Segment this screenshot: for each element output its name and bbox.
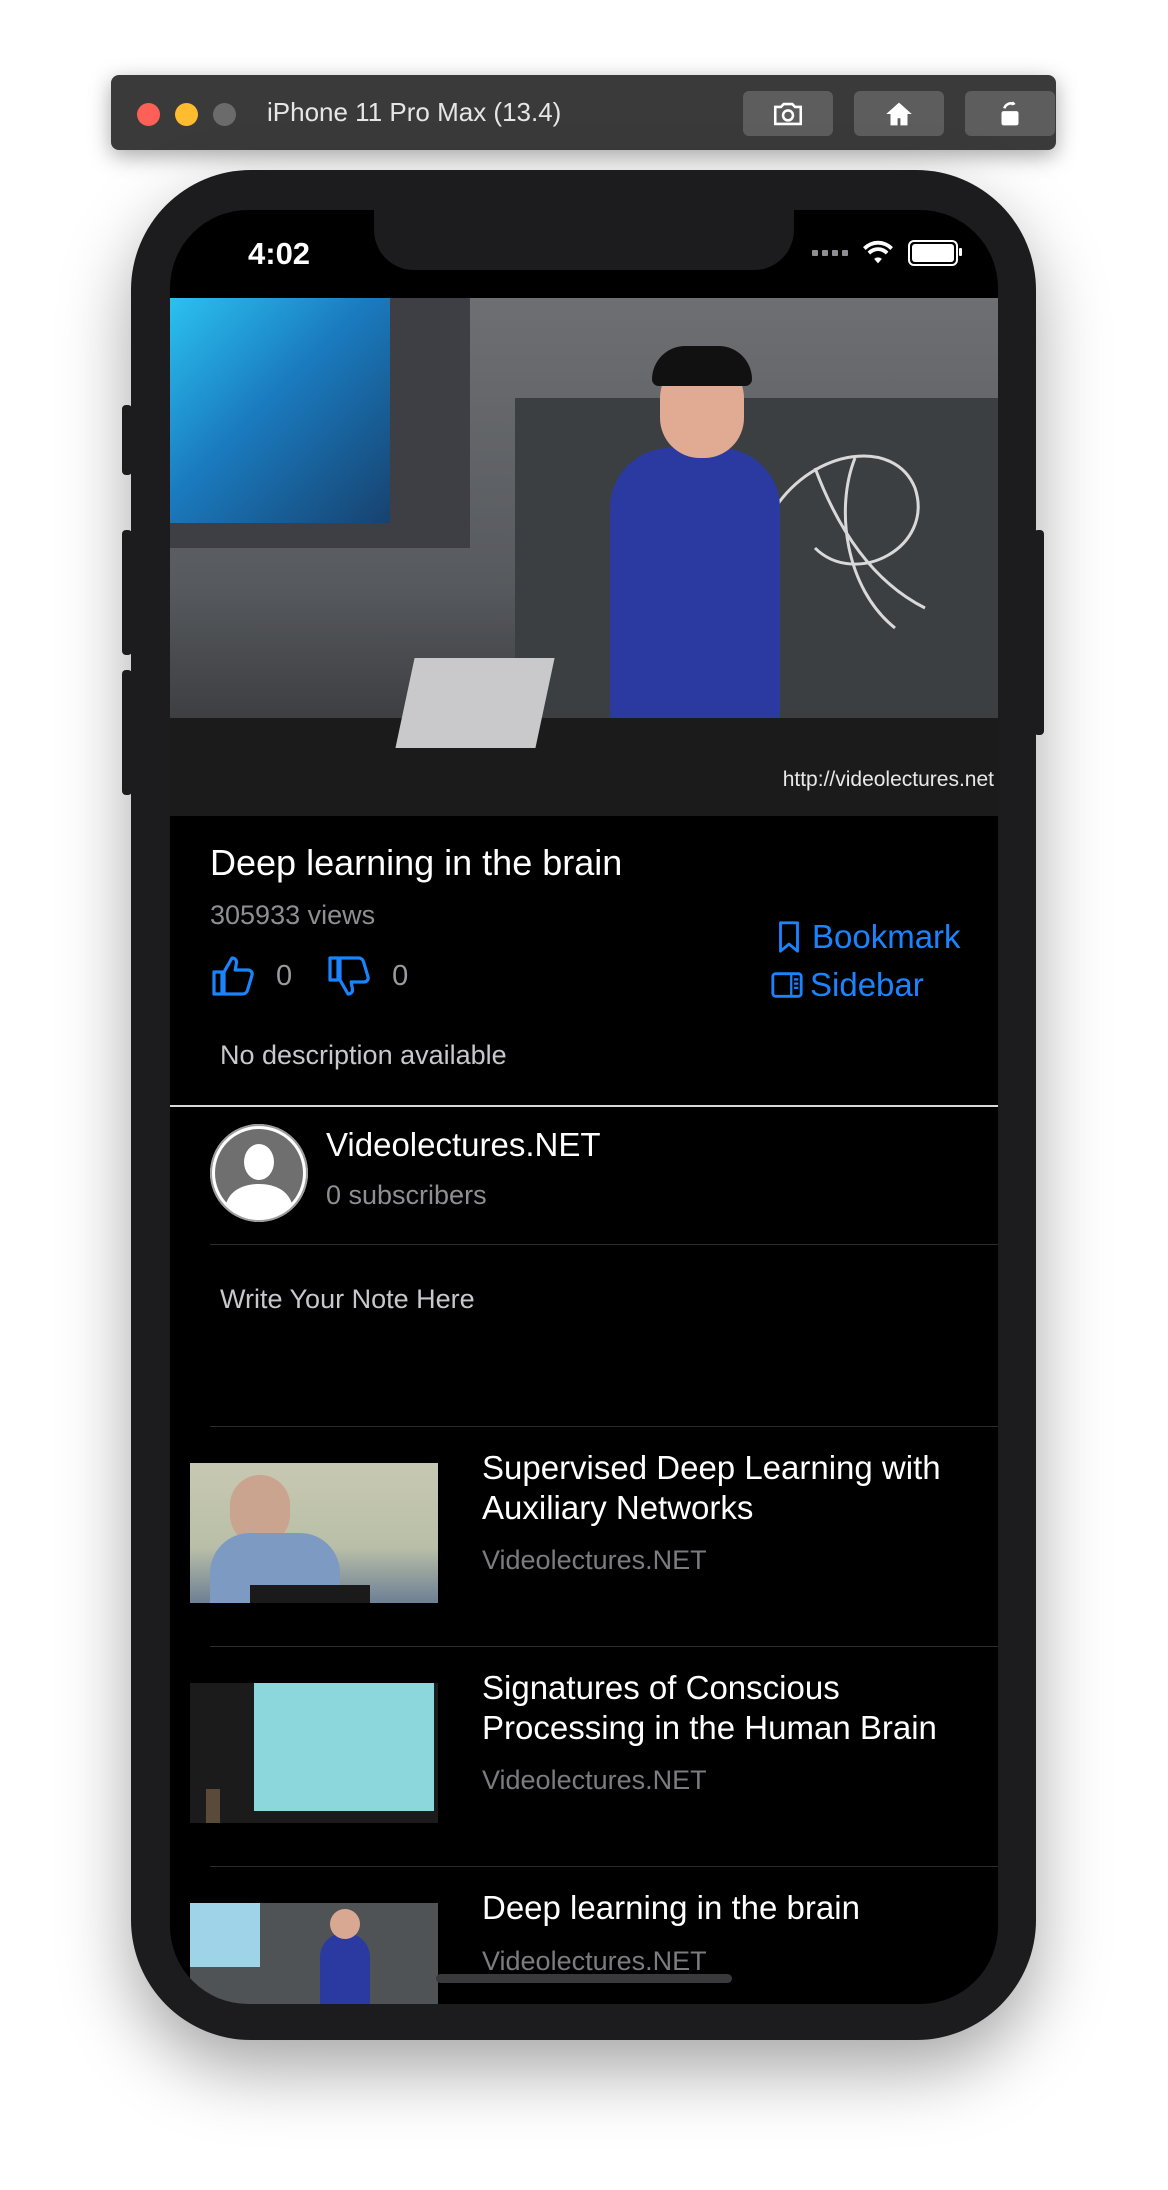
thumbs-up-icon[interactable] [210,952,258,1000]
related-thumbnail[interactable] [190,1683,438,1823]
video-player[interactable]: http://videolectures.net [170,298,998,816]
related-thumbnail[interactable] [190,1463,438,1603]
screenshot-button[interactable] [743,91,833,136]
silent-switch [122,405,132,475]
video-desk [170,718,998,816]
separator [210,1244,998,1245]
video-laptop [395,658,555,748]
video-projector-screen [170,298,470,548]
related-channel: Videolectures.NET [482,1545,707,1575]
related-channel: Videolectures.NET [482,1765,707,1795]
wifi-icon [863,240,893,264]
status-icons [812,240,962,266]
subscriber-count: 0 subscribers [326,1180,487,1210]
channel-avatar[interactable] [210,1124,308,1222]
zoom-window-button[interactable] [213,103,236,126]
related-title[interactable]: Deep learning in the brain [482,1888,972,1928]
channel-name[interactable]: Videolectures.NET [326,1126,601,1164]
simulator-titlebar: iPhone 11 Pro Max (13.4) [111,75,1056,150]
rotate-button[interactable] [965,91,1055,136]
sidebar-label: Sidebar [810,966,924,1003]
sidebar-button[interactable]: Sidebar [770,966,924,1004]
bookmark-icon [779,921,799,953]
notch [374,210,794,270]
video-description: No description available [220,1040,507,1070]
bookmark-label: Bookmark [812,918,961,955]
related-channel: Videolectures.NET [482,1946,707,1976]
rating-row: 0 0 [210,952,408,1000]
rotate-icon [1001,100,1019,125]
separator [210,1426,998,1427]
minimize-window-button[interactable] [175,103,198,126]
power-button [1034,530,1044,735]
thumbs-down-icon[interactable] [326,952,374,1000]
volume-up-button [122,530,132,655]
screenshot-icon [773,102,803,125]
separator [210,1866,998,1867]
home-indicator[interactable] [436,1974,732,1983]
like-count: 0 [276,959,293,992]
note-input[interactable]: Write Your Note Here [220,1284,475,1315]
dislike-count: 0 [392,959,409,992]
related-thumbnail[interactable] [190,1903,438,2004]
battery-icon [908,240,962,266]
video-watermark: http://videolectures.net [782,768,994,791]
related-title[interactable]: Supervised Deep Learning with Auxiliary … [482,1448,972,1528]
video-title: Deep learning in the brain [210,842,623,883]
volume-down-button [122,670,132,795]
related-title[interactable]: Signatures of Conscious Processing in th… [482,1668,972,1748]
bookmark-button[interactable]: Bookmark [772,918,961,956]
home-button[interactable] [854,91,944,136]
sidebar-icon [771,972,803,998]
cellular-icon [812,250,848,256]
status-time: 4:02 [248,236,311,271]
section-divider [170,1105,998,1107]
avatar-person-icon [210,1124,308,1222]
separator [210,1646,998,1647]
video-speaker-cap [652,346,752,386]
close-window-button[interactable] [137,103,160,126]
simulator-title: iPhone 11 Pro Max (13.4) [267,97,562,127]
home-icon [886,102,912,125]
view-count: 305933 views [210,900,376,930]
app-screen: 4:02 http://videolectures.net Deep learn… [170,210,998,2004]
